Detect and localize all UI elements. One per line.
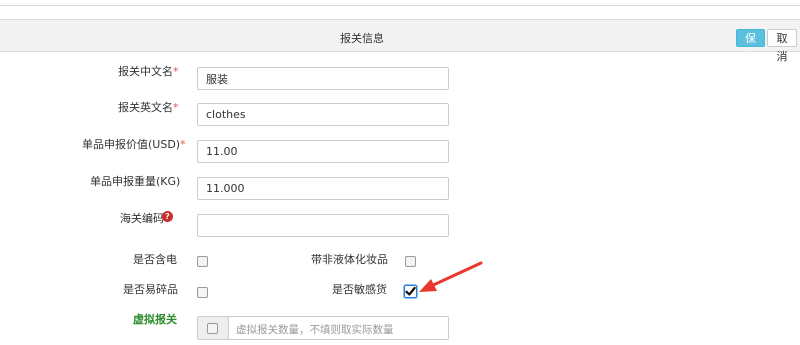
- has-battery-label: 是否含电: [133, 253, 177, 266]
- declared-weight-input[interactable]: [197, 177, 449, 200]
- cn-name-label: 报关中文名*: [118, 65, 179, 78]
- virtual-checkbox[interactable]: [207, 323, 218, 334]
- question-icon[interactable]: ?: [162, 211, 173, 222]
- cancel-button[interactable]: 取消: [767, 29, 797, 63]
- virtual-addon: [198, 317, 229, 339]
- en-name-label: 报关英文名*: [118, 101, 179, 114]
- fragile-checkbox[interactable]: [197, 287, 208, 298]
- virtual-label: 虚拟报关: [133, 313, 177, 326]
- save-button[interactable]: 保存: [736, 29, 765, 63]
- sensitive-label: 是否敏感货: [332, 283, 387, 296]
- section-header: 报关信息: [0, 19, 800, 52]
- declared-value-input[interactable]: [197, 140, 449, 163]
- hs-code-input[interactable]: [197, 214, 449, 237]
- fragile-label: 是否易碎品: [123, 283, 178, 296]
- non-liquid-cosmetics-label: 带非液体化妆品: [311, 253, 388, 266]
- top-divider: [0, 0, 800, 6]
- annotation-arrow: [419, 261, 483, 292]
- en-name-input[interactable]: [197, 103, 449, 126]
- hs-code-label: 海关编码: [120, 212, 164, 225]
- has-battery-checkbox[interactable]: [197, 256, 208, 267]
- declared-weight-label: 单品申报重量(KG): [90, 175, 181, 188]
- cn-name-input[interactable]: [197, 67, 449, 90]
- section-title: 报关信息: [340, 32, 384, 45]
- virtual-quantity-input[interactable]: 虚拟报关数量，不填则取实际数量: [236, 322, 394, 337]
- virtual-quantity-group: 虚拟报关数量，不填则取实际数量: [197, 316, 449, 340]
- declared-value-label: 单品申报价值(USD)*: [82, 138, 186, 151]
